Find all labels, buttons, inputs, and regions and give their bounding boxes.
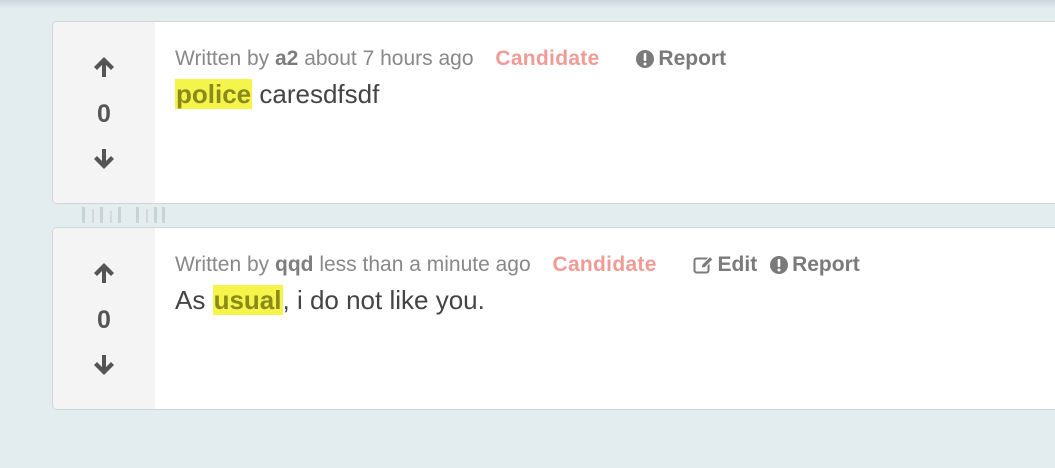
edit-icon	[693, 255, 714, 274]
comment-content: Written by qqd less than a minute ago Ca…	[175, 251, 1051, 316]
comment-body: police caresdfsdf	[175, 79, 1051, 110]
status-badge: Candidate	[552, 253, 657, 276]
arrow-up-icon	[94, 57, 114, 77]
written-by-label: Written by	[175, 253, 270, 276]
highlighted-keyword: police	[175, 79, 253, 109]
exclamation-circle-icon	[770, 256, 789, 274]
arrow-up-icon	[94, 263, 114, 283]
author-link[interactable]: a2	[275, 47, 298, 70]
comment-text-before: As	[175, 285, 213, 315]
edit-button[interactable]: Edit	[693, 251, 758, 279]
timestamp: about 7 hours ago	[304, 47, 474, 70]
comment-card: 0 Written by qqd less than a minute ago …	[52, 227, 1055, 410]
report-button[interactable]: Report	[635, 45, 726, 73]
vote-panel: 0	[53, 228, 155, 409]
downvote-button[interactable]	[91, 146, 117, 172]
vote-score: 0	[97, 100, 111, 128]
header-shadow	[0, 0, 1055, 8]
edit-label: Edit	[717, 253, 758, 276]
comment-card: 0 Written by a2 about 7 hours ago Candid…	[52, 21, 1055, 204]
comment-meta: Written by a2 about 7 hours ago Candidat…	[175, 45, 1051, 73]
report-label: Report	[658, 47, 727, 70]
comment-text: caresdfsdf	[252, 79, 380, 109]
drag-ghost-artifact	[82, 207, 165, 223]
timestamp: less than a minute ago	[319, 253, 531, 276]
vote-panel: 0	[53, 22, 155, 203]
comment-text: , i do not like you.	[282, 285, 485, 315]
upvote-button[interactable]	[91, 260, 117, 286]
comment-meta: Written by qqd less than a minute ago Ca…	[175, 251, 1051, 279]
highlighted-keyword: usual	[212, 285, 283, 315]
report-label: Report	[792, 253, 860, 276]
downvote-button[interactable]	[91, 352, 117, 378]
comment-content: Written by a2 about 7 hours ago Candidat…	[175, 45, 1051, 110]
status-badge: Candidate	[495, 47, 600, 70]
written-by-label: Written by	[175, 47, 270, 70]
vote-score: 0	[97, 306, 111, 334]
author-link[interactable]: qqd	[275, 253, 313, 276]
arrow-down-icon	[94, 355, 114, 375]
arrow-down-icon	[94, 149, 114, 169]
exclamation-circle-icon	[636, 50, 655, 68]
report-button[interactable]: Report	[769, 251, 860, 279]
upvote-button[interactable]	[91, 54, 117, 80]
comment-body: As usual, i do not like you.	[175, 285, 1051, 316]
